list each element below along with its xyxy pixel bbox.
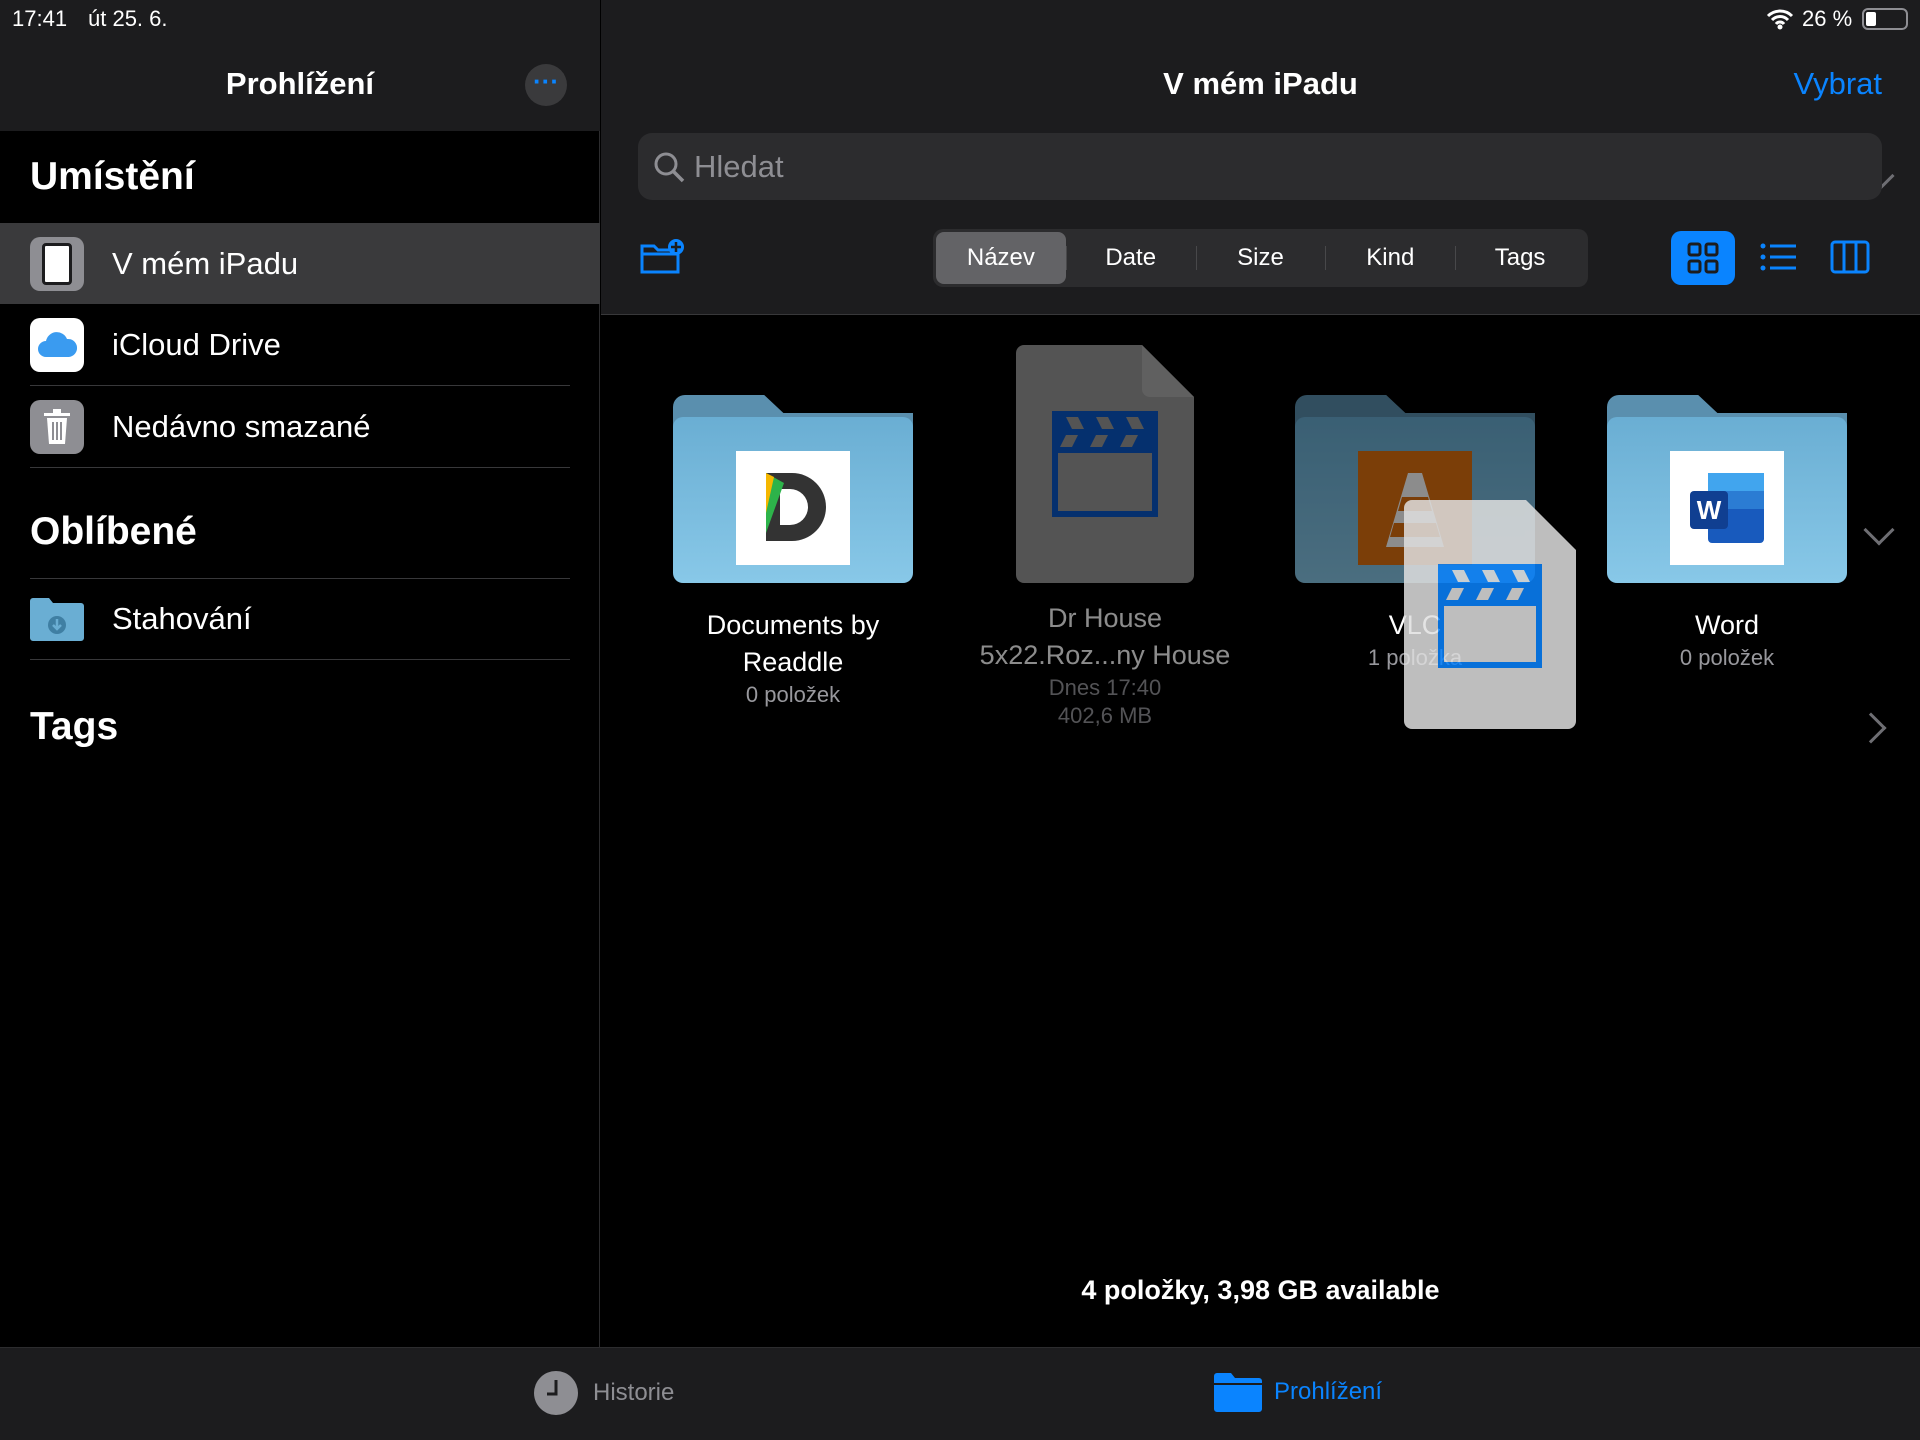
wifi-icon [1766, 9, 1794, 30]
sort-segmented-control: Název Date Size Kind Tags [933, 229, 1588, 287]
column-view-icon[interactable] [1830, 240, 1870, 274]
divider [30, 467, 570, 468]
sidebar-item-ipad[interactable]: V mém iPadu [0, 223, 600, 304]
sidebar-item-icloud[interactable]: iCloud Drive [0, 304, 600, 385]
sidebar-item-label: Nedávno smazané [112, 408, 371, 444]
tab-browse[interactable]: Prohlížení [1214, 1372, 1382, 1412]
section-tags[interactable]: Tags [30, 705, 118, 749]
downloads-folder-icon [30, 592, 84, 646]
sort-tab-size[interactable]: Size [1195, 232, 1326, 284]
file-item-dr-house[interactable]: Dr House 5x22.Roz...ny House Dnes 17:40 … [955, 345, 1255, 730]
item-name: Documents by [706, 610, 880, 640]
search-icon [654, 152, 685, 182]
tab-label: Prohlížení [1274, 1378, 1383, 1405]
search-input[interactable]: Hledat [638, 133, 1882, 200]
sidebar-title: Prohlížení [225, 66, 375, 101]
page-title: V mém iPadu [1163, 66, 1358, 101]
select-button[interactable]: Vybrat [1794, 66, 1882, 102]
item-name-line2: 5x22.Roz...ny House [979, 640, 1231, 670]
svg-text:W: W [1697, 495, 1722, 525]
folder-item-documents[interactable]: Documents by Readdle 0 položek [643, 395, 943, 709]
tab-history[interactable]: Historie [533, 1370, 674, 1416]
section-favorites[interactable]: Oblíbené [30, 510, 197, 554]
grid-view-button[interactable] [1671, 231, 1735, 285]
sidebar-item-downloads[interactable]: Stahování [0, 578, 600, 659]
sidebar-item-label: V mém iPadu [112, 245, 299, 281]
item-name: Word [1694, 610, 1760, 640]
trash-icon [30, 399, 84, 454]
status-time: 17:41 [12, 6, 68, 31]
item-name: Dr House [1047, 603, 1163, 633]
list-view-icon[interactable] [1760, 242, 1796, 272]
search-placeholder: Hledat [694, 148, 784, 184]
folder-icon [673, 395, 913, 583]
item-meta: 0 položek [745, 682, 841, 707]
storage-footer: 4 položky, 3,98 GB available [1081, 1275, 1440, 1305]
sidebar-item-recently-deleted[interactable]: Nedávno smazané [0, 386, 600, 467]
status-date: út 25. 6. [88, 6, 168, 31]
folder-item-word[interactable]: W Word 0 položek [1577, 395, 1877, 672]
icloud-icon [30, 317, 84, 372]
section-locations[interactable]: Umístění [30, 155, 195, 199]
dragged-video-file[interactable] [1404, 500, 1576, 729]
new-folder-icon[interactable] [640, 238, 686, 276]
tab-label: Historie [593, 1379, 675, 1406]
item-size: 402,6 MB [1057, 703, 1153, 728]
battery-percent: 26 % [1802, 6, 1853, 31]
sort-tab-kind[interactable]: Kind [1325, 232, 1455, 284]
sort-tab-name[interactable]: Název [936, 232, 1066, 284]
sidebar-item-label: Stahování [112, 600, 252, 636]
item-meta: 0 položek [1679, 645, 1775, 670]
item-date: Dnes 17:40 [1048, 675, 1162, 700]
more-button[interactable]: ··· [525, 64, 567, 106]
sort-tab-tags[interactable]: Tags [1455, 232, 1585, 284]
sidebar-item-label: iCloud Drive [112, 326, 281, 362]
battery-icon [1862, 8, 1908, 30]
clock-icon [534, 1371, 578, 1415]
sidebar [0, 0, 600, 1347]
folder-icon [1214, 1373, 1262, 1412]
documents-app-icon [736, 451, 850, 565]
item-name-line2: Readdle [742, 647, 844, 677]
folder-icon: W [1607, 395, 1847, 583]
tab-bar [0, 1347, 1920, 1440]
divider [30, 659, 570, 660]
sort-tab-date[interactable]: Date [1065, 232, 1196, 284]
video-file-icon [1016, 345, 1194, 583]
grid-icon [1687, 242, 1719, 274]
ipad-icon [30, 236, 84, 291]
word-app-icon: W [1670, 451, 1784, 565]
